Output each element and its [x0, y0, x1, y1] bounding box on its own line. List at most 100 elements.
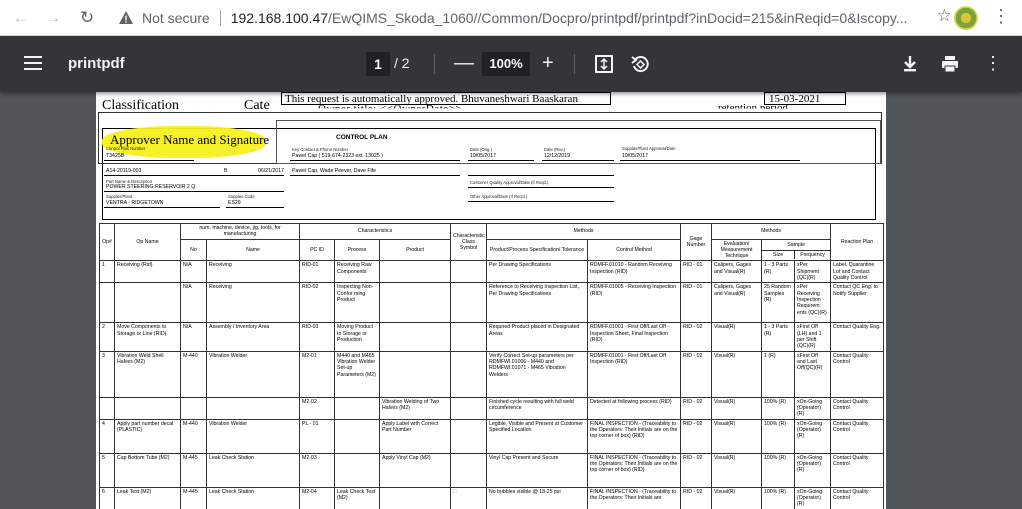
cell-pc-id: M2-02	[299, 396, 335, 420]
cell-no: M-445	[180, 452, 207, 488]
field-underline	[468, 175, 614, 176]
cell-control: RDMFF.01001 - First Off/Last Off - Inspe…	[587, 322, 682, 352]
key-contact-label: Key Contact & Phone Number	[292, 147, 349, 152]
profile-avatar[interactable]	[954, 6, 978, 30]
cell-char-class	[450, 350, 488, 398]
hamburger-menu-icon[interactable]	[24, 56, 42, 70]
cell-process	[334, 396, 380, 420]
sample-subheaders: Size Frequency	[763, 250, 830, 259]
cell-eval: Visual(R)	[711, 322, 763, 352]
col-spec: Product/Process Specification/ Tolerance	[486, 238, 589, 262]
field-underline	[226, 207, 284, 208]
zoom-out-icon[interactable]: —	[454, 52, 474, 74]
cell-freq: xOn-Going (Operator) (R)	[794, 452, 832, 488]
cell-op-name: Move Components to Storage or Line (RID)	[114, 322, 181, 352]
cell-char-class: □	[450, 486, 488, 509]
col-control-method: Control Method	[587, 238, 682, 262]
supplier-plant: VENTRA - RIDGETOWN	[106, 200, 164, 206]
col-evaluation: Evaluation/ Measurement Technique	[711, 238, 763, 262]
browser-toolbar: ← → ↻ Not secure 192.168.100.47/EwQIMS_S…	[0, 0, 1022, 36]
pdf-toolbar: printpdf 1 / 2 — 100% + ⋮	[0, 36, 1022, 92]
control-plan-number: T3425B	[106, 153, 125, 159]
part-rev: B	[224, 168, 228, 174]
cell-freq: xOn-Going (Operator) (R)	[794, 486, 832, 509]
cell-control: RDMFF.01005 - Receiving Inspection (RID)	[587, 282, 682, 324]
cell-pc-id: M2-04	[299, 486, 335, 509]
current-page-input[interactable]: 1	[366, 52, 390, 76]
date-rev-label: Date (Rev.)	[544, 147, 566, 152]
cell-op: 5	[99, 452, 115, 488]
cell-op: 2	[99, 322, 115, 352]
cell-product	[378, 282, 452, 324]
col-pc-id: PC ID	[299, 238, 335, 262]
part-rev-date: 06/21/2017	[258, 168, 284, 174]
cell-reaction: Contact QC Eng. to Notify Supplier	[830, 282, 885, 324]
cell-op-name	[114, 396, 181, 420]
back-arrow-icon[interactable]: ←	[6, 3, 36, 33]
toolbar-divider	[434, 54, 435, 74]
reload-icon[interactable]: ↻	[72, 3, 102, 33]
pdf-viewport[interactable]: Classification Cate This request is auto…	[0, 92, 1022, 509]
field-underline	[104, 175, 284, 176]
cell-name: Leak Check Station	[206, 452, 300, 488]
cell-pc-id: PL - 01	[299, 418, 335, 454]
cell-freq: xOn-Going (Operator) (R)	[794, 418, 832, 454]
cell-op-name: Cap Bottom Tube (M2)	[114, 452, 181, 488]
fit-to-page-icon[interactable]	[594, 54, 614, 74]
zoom-level-input[interactable]: 100%	[482, 52, 530, 76]
cell-gage: RID - 02	[680, 452, 713, 488]
cell-process	[334, 418, 380, 454]
cell-eval: Visual(R)	[711, 350, 763, 398]
cell-reaction: Contact Quality Control	[830, 486, 885, 509]
cell-process: Moving Product to Storage or Production	[334, 322, 380, 352]
date-orig-label: Date (Orig.)	[470, 147, 492, 152]
cell-process: Leak Check Test (M2)	[334, 486, 380, 509]
cell-control: FINAL INSPECTION - (Traceability to the …	[587, 418, 682, 454]
cell-eval: Calipers, Gages and Visual(R)	[711, 282, 763, 324]
cell-eval: Visual(R)	[711, 486, 763, 509]
cell-char-class	[450, 396, 488, 420]
cell-reaction: Contact Quality Control	[830, 350, 885, 398]
field-underline	[542, 160, 614, 161]
supplier-plant-label: Supplier/Plant	[106, 194, 133, 199]
control-plan-table: Op# Op Name num. machine, device, jig, t…	[99, 222, 885, 509]
cell-product	[378, 322, 452, 352]
pdf-more-options-icon[interactable]: ⋮	[984, 52, 1002, 74]
cell-freq: xFirst Off (LH) and 1 per Shift (QC)(R)	[794, 322, 832, 352]
cell-control: FINAL INSPECTION - (Traceability to the …	[587, 486, 682, 509]
cell-op: 1	[99, 260, 115, 284]
cell-product: Vibration Welding of Two Halves (M2)	[378, 396, 452, 420]
cell-char-class	[450, 452, 488, 488]
control-plan-rows: 1 Receiving (Rid) N/A Receiving RID-01 Receiv…	[99, 260, 885, 509]
browser-menu-icon[interactable]: ⋮	[992, 7, 1010, 25]
control-plan-title: CONTROL PLAN	[336, 134, 388, 141]
cell-size: 100% (R)	[761, 418, 796, 454]
cell-op-name: Leak Test (M2)	[114, 486, 181, 509]
document-icon: □	[453, 488, 457, 495]
cell-name: Assembly / Inventory Area	[206, 322, 300, 352]
zoom-in-icon[interactable]: +	[542, 52, 554, 74]
security-status[interactable]: Not secure	[142, 10, 210, 26]
supplier-approval-label: Supplier/Plant Approval/Date	[622, 146, 676, 151]
download-icon[interactable]	[900, 54, 920, 74]
table-row: N/A Receiving RID-02 Inspecting Non-Confor …	[99, 282, 885, 324]
cell-product	[378, 350, 452, 398]
rotate-icon[interactable]	[630, 54, 650, 74]
cell-size: 1 (R)	[761, 350, 796, 398]
cell-control: RDMFF.01001 - First Off/Last Off Inspect…	[587, 350, 682, 398]
forward-arrow-icon[interactable]: →	[38, 3, 68, 33]
bookmark-star-icon[interactable]: ☆	[937, 6, 952, 26]
cell-char-class	[450, 260, 488, 284]
cell-op	[99, 282, 115, 324]
cell-no	[180, 396, 207, 420]
cell-process: Receiving Raw Components	[334, 260, 380, 284]
cell-op-name: Receiving (Rid)	[114, 260, 181, 284]
cell-eval: Visual(R)	[711, 418, 763, 454]
print-icon[interactable]	[940, 54, 960, 74]
address-bar[interactable]: Not secure 192.168.100.47/EwQIMS_Skoda_1…	[108, 4, 948, 32]
cell-name: Leak Check Station	[206, 486, 300, 509]
supplier-code-label: Supplier Code	[228, 194, 255, 199]
cell-op-name	[114, 282, 181, 324]
field-underline	[104, 191, 284, 192]
cell-eval: Calipers, Gages and Visual(R)	[711, 260, 763, 284]
